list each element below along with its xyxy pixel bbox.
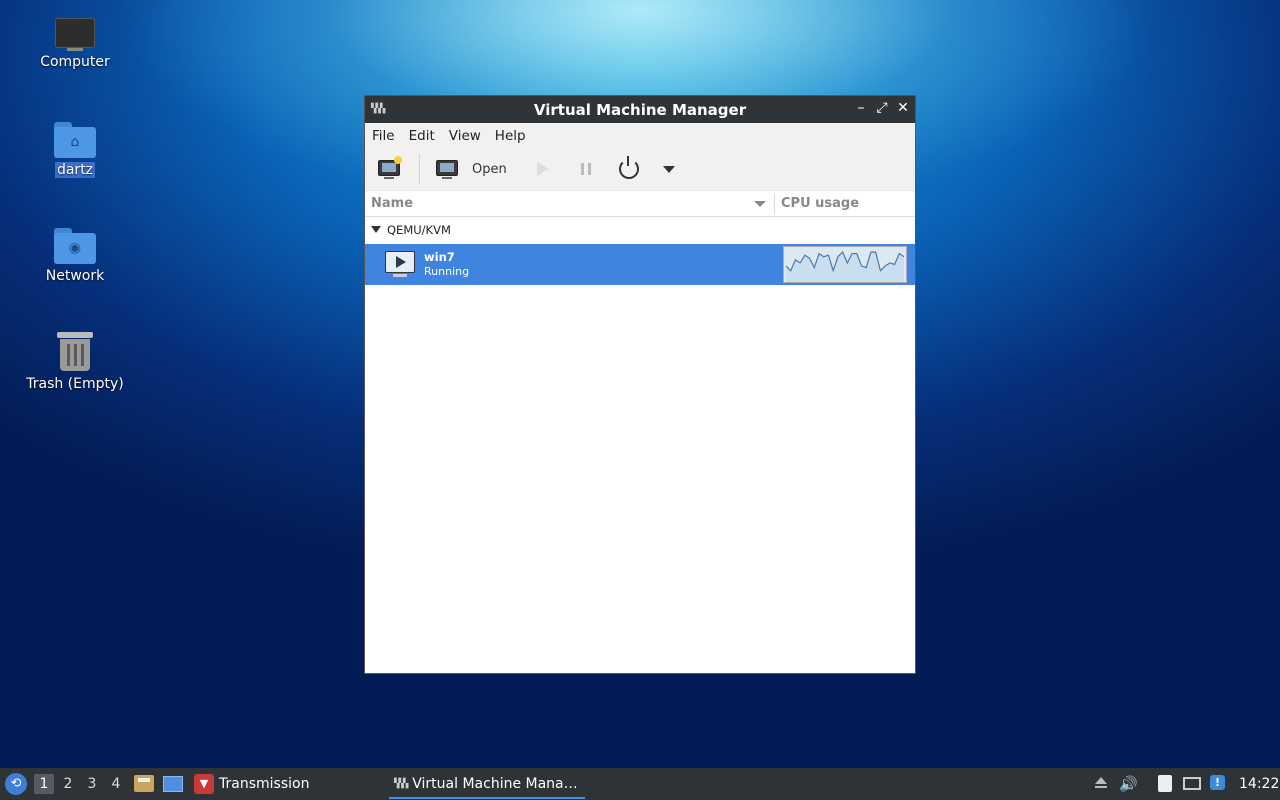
update-notifier-icon[interactable]: ! (1210, 775, 1228, 793)
desktop-icon-label: Computer (40, 54, 110, 70)
cpu-usage-graph (783, 246, 907, 283)
menu-help[interactable]: Help (495, 128, 526, 144)
workspace-3[interactable]: 3 (82, 774, 102, 794)
maximize-button[interactable]: ⤢ (874, 100, 890, 116)
connection-name: QEMU/KVM (387, 223, 451, 237)
transmission-icon: ▼ (194, 774, 214, 794)
workspace-4[interactable]: 4 (106, 774, 126, 794)
window-titlebar[interactable]: ▚▚▚ Virtual Machine Manager – ⤢ ✕ (365, 96, 915, 123)
new-vm-button[interactable] (378, 155, 402, 182)
lubuntu-logo-icon: ⟲ (10, 776, 22, 791)
shutdown-button[interactable] (619, 156, 639, 182)
computer-icon (55, 18, 95, 51)
open-button-label: Open (472, 161, 507, 177)
file-manager-icon (134, 775, 154, 792)
monitor-icon (436, 159, 458, 179)
task-virt-manager[interactable]: ▚▚▚ Virtual Machine Mana… (394, 774, 578, 794)
network-folder-icon: ◉ (54, 228, 96, 264)
menubar: File Edit View Help (365, 123, 915, 148)
shutdown-menu-button[interactable] (663, 156, 675, 182)
pause-icon (581, 163, 591, 175)
eject-icon[interactable] (1092, 775, 1110, 793)
new-vm-icon (378, 155, 402, 179)
network-icon[interactable] (1183, 775, 1201, 793)
file-manager-launcher[interactable] (134, 775, 154, 793)
dropdown-arrow-icon (663, 165, 675, 173)
workspace-2[interactable]: 2 (58, 774, 78, 794)
column-cpu-usage[interactable]: CPU usage (781, 196, 859, 211)
menu-view[interactable]: View (449, 128, 481, 144)
power-icon (619, 156, 639, 179)
cpu-usage-sparkline (785, 251, 905, 282)
sort-arrow-icon[interactable] (754, 201, 766, 207)
vm-running-icon (385, 251, 415, 277)
desktop-icon-label: dartz (54, 162, 96, 178)
menu-edit[interactable]: Edit (409, 128, 435, 144)
volume-icon[interactable]: 🔊 (1119, 775, 1138, 793)
workspace-1[interactable]: 1 (34, 774, 54, 794)
toolbar: Open (365, 148, 915, 191)
pause-button[interactable] (581, 156, 591, 182)
vm-name: win7 (424, 250, 455, 264)
expander-icon[interactable] (371, 226, 381, 233)
desktop-icon-label: Trash (Empty) (26, 376, 124, 392)
play-icon (537, 162, 549, 176)
start-menu-button[interactable]: ⟲ (5, 773, 27, 795)
home-folder-icon: ⌂ (54, 122, 96, 158)
vm-status: Running (424, 265, 470, 278)
task-transmission[interactable]: ▼ Transmission (194, 774, 309, 794)
vm-row[interactable]: win7 Running (365, 244, 915, 285)
virt-manager-window: ▚▚▚ Virtual Machine Manager – ⤢ ✕ File E… (364, 95, 916, 674)
desktop-icon-trash[interactable]: Trash (Empty) (20, 332, 130, 392)
open-button[interactable]: Open (436, 156, 507, 182)
task-label: Transmission (219, 776, 310, 792)
column-headers: Name CPU usage (365, 191, 915, 217)
minimize-button[interactable]: – (853, 100, 869, 116)
desktop-icon (163, 776, 183, 792)
desktop-icon-home[interactable]: ⌂ dartz (20, 122, 130, 178)
desktop-icon-computer[interactable]: Computer (20, 18, 130, 70)
show-desktop-button[interactable] (163, 776, 183, 792)
menu-file[interactable]: File (372, 128, 395, 144)
taskbar: ⟲ 1 2 3 4 ▼ Transmission ▚▚▚ Virtual Mac… (0, 768, 1280, 800)
clock[interactable]: 14:22 (1239, 776, 1279, 792)
close-button[interactable]: ✕ (895, 100, 911, 116)
virt-manager-icon: ▚▚▚ (394, 779, 408, 789)
connection-row[interactable]: QEMU/KVM (365, 217, 915, 244)
task-label: Virtual Machine Mana… (412, 776, 578, 792)
desktop-icon-label: Network (45, 268, 105, 284)
window-title: Virtual Machine Manager (533, 101, 747, 119)
desktop-icon-network[interactable]: ◉ Network (20, 228, 130, 284)
trash-icon (57, 332, 93, 372)
column-name[interactable]: Name (371, 196, 413, 211)
clipboard-icon[interactable] (1156, 775, 1174, 793)
run-button[interactable] (537, 156, 549, 182)
